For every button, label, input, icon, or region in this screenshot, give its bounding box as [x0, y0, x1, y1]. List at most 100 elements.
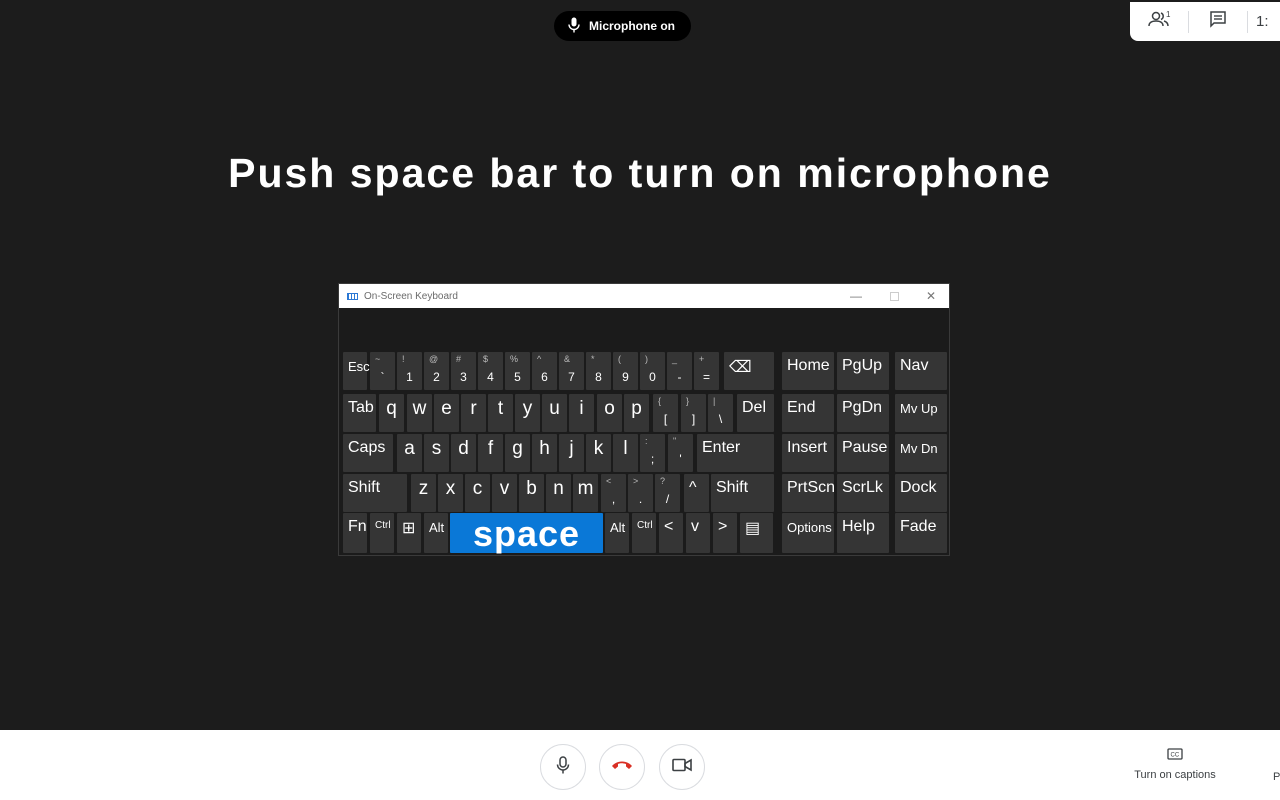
minimize-icon[interactable]: —: [841, 284, 871, 308]
key-u[interactable]: u: [542, 394, 567, 432]
key-b[interactable]: b: [519, 474, 544, 512]
key-s[interactable]: s: [424, 434, 449, 472]
chat-button[interactable]: [1189, 2, 1247, 41]
key-comma[interactable]: <,: [601, 474, 626, 512]
key-mvup[interactable]: Mv Up: [895, 394, 947, 432]
key-h[interactable]: h: [532, 434, 557, 472]
close-icon[interactable]: ✕: [916, 284, 946, 308]
key-slash[interactable]: ? /: [655, 474, 680, 512]
key-w[interactable]: w: [407, 394, 432, 432]
key-f[interactable]: f: [478, 434, 503, 472]
key-x[interactable]: x: [438, 474, 463, 512]
captions-button[interactable]: CC Turn on captions: [1126, 748, 1224, 781]
key-lbracket[interactable]: {[: [653, 394, 678, 432]
key-fade[interactable]: Fade: [895, 513, 947, 553]
key-backspace[interactable]: ⌫: [724, 352, 774, 390]
key-m[interactable]: m: [573, 474, 598, 512]
key-prtscn[interactable]: PrtScn: [782, 474, 835, 512]
key-menu[interactable]: ▤: [740, 513, 773, 553]
key-3[interactable]: #3: [451, 352, 476, 390]
key-enter[interactable]: Enter: [697, 434, 774, 472]
key-insert[interactable]: Insert: [782, 434, 834, 472]
key-home[interactable]: Home: [782, 352, 834, 390]
key-down[interactable]: v: [686, 513, 710, 553]
key-del[interactable]: Del: [737, 394, 774, 432]
key-mvdn[interactable]: Mv Dn: [895, 434, 947, 472]
key-pgdn[interactable]: PgDn: [837, 394, 889, 432]
key-t[interactable]: t: [488, 394, 513, 432]
key-j[interactable]: j: [559, 434, 584, 472]
key-n[interactable]: n: [546, 474, 571, 512]
key-1[interactable]: ! 1: [397, 352, 422, 390]
key-2[interactable]: @2: [424, 352, 449, 390]
key-semicolon[interactable]: :;: [640, 434, 665, 472]
key-lctrl[interactable]: Ctrl: [370, 513, 394, 553]
key-5[interactable]: % 5: [505, 352, 530, 390]
key-z[interactable]: z: [411, 474, 436, 512]
key-win[interactable]: ⊞: [397, 513, 421, 553]
people-button[interactable]: 1: [1130, 2, 1188, 41]
key-k[interactable]: k: [586, 434, 611, 472]
key-lalt[interactable]: Alt: [424, 513, 448, 553]
key-end[interactable]: End: [782, 394, 834, 432]
key-label: Mv Dn: [900, 441, 938, 456]
maximize-icon[interactable]: [879, 284, 909, 308]
key-letter: r: [470, 398, 477, 419]
key-r[interactable]: r: [461, 394, 486, 432]
key-label: PgUp: [842, 357, 883, 374]
key-caps[interactable]: Caps: [343, 434, 393, 472]
key-lshift[interactable]: Shift: [343, 474, 407, 512]
key-shift-symbol: +: [699, 354, 705, 364]
key-tab[interactable]: Tab: [343, 394, 376, 432]
key-pause[interactable]: Pause: [837, 434, 889, 472]
key-backslash[interactable]: | \: [708, 394, 733, 432]
key-c[interactable]: c: [465, 474, 490, 512]
key-0[interactable]: ) 0: [640, 352, 665, 390]
key-nav[interactable]: Nav: [895, 352, 947, 390]
key-o[interactable]: o: [597, 394, 622, 432]
end-call-button[interactable]: [599, 744, 645, 790]
key-label: ⊞: [402, 520, 416, 537]
key-4[interactable]: $4: [478, 352, 503, 390]
key-8[interactable]: * 8: [586, 352, 611, 390]
key-space[interactable]: space: [450, 513, 603, 554]
key-scrlk[interactable]: ScrLk: [837, 474, 889, 512]
key-dock[interactable]: Dock: [895, 474, 947, 512]
key-letter: u: [549, 398, 560, 419]
key-letter: e: [441, 398, 452, 419]
key-6[interactable]: ^ 6: [532, 352, 557, 390]
key-i[interactable]: i: [569, 394, 594, 432]
key-q[interactable]: q: [379, 394, 404, 432]
key-v[interactable]: v: [492, 474, 517, 512]
key-pgup[interactable]: PgUp: [837, 352, 889, 390]
key-backtick[interactable]: ~ `: [370, 352, 395, 390]
key-left[interactable]: <: [659, 513, 683, 553]
key-rshift[interactable]: Shift: [711, 474, 774, 512]
key-help[interactable]: Help: [837, 513, 889, 553]
key-g[interactable]: g: [505, 434, 530, 472]
key-minus[interactable]: _ -: [667, 352, 692, 390]
key-rctrl[interactable]: Ctrl: [632, 513, 656, 553]
key-up[interactable]: ^: [684, 474, 709, 512]
key-y[interactable]: y: [515, 394, 540, 432]
key-ralt[interactable]: Alt: [605, 513, 629, 553]
key-a[interactable]: a: [397, 434, 422, 472]
key-label: Fade: [900, 518, 937, 535]
key-fn[interactable]: Fn: [343, 513, 367, 553]
key-9[interactable]: (9: [613, 352, 638, 390]
key-rbracket[interactable]: }]: [681, 394, 706, 432]
key-options[interactable]: Options: [782, 513, 834, 553]
camera-toggle-button[interactable]: [659, 744, 705, 790]
key-p[interactable]: p: [624, 394, 649, 432]
key-right[interactable]: >: [713, 513, 737, 553]
key-7[interactable]: & 7: [559, 352, 584, 390]
key-quote[interactable]: " ': [668, 434, 693, 472]
microphone-toggle-button[interactable]: [540, 744, 586, 790]
truncated-control-label[interactable]: P: [1273, 771, 1280, 783]
key-e[interactable]: e: [434, 394, 459, 432]
key-esc[interactable]: Esc: [343, 352, 370, 390]
key-l[interactable]: l: [613, 434, 638, 472]
key-equals[interactable]: + =: [694, 352, 719, 390]
key-period[interactable]: >.: [628, 474, 653, 512]
key-d[interactable]: d: [451, 434, 476, 472]
